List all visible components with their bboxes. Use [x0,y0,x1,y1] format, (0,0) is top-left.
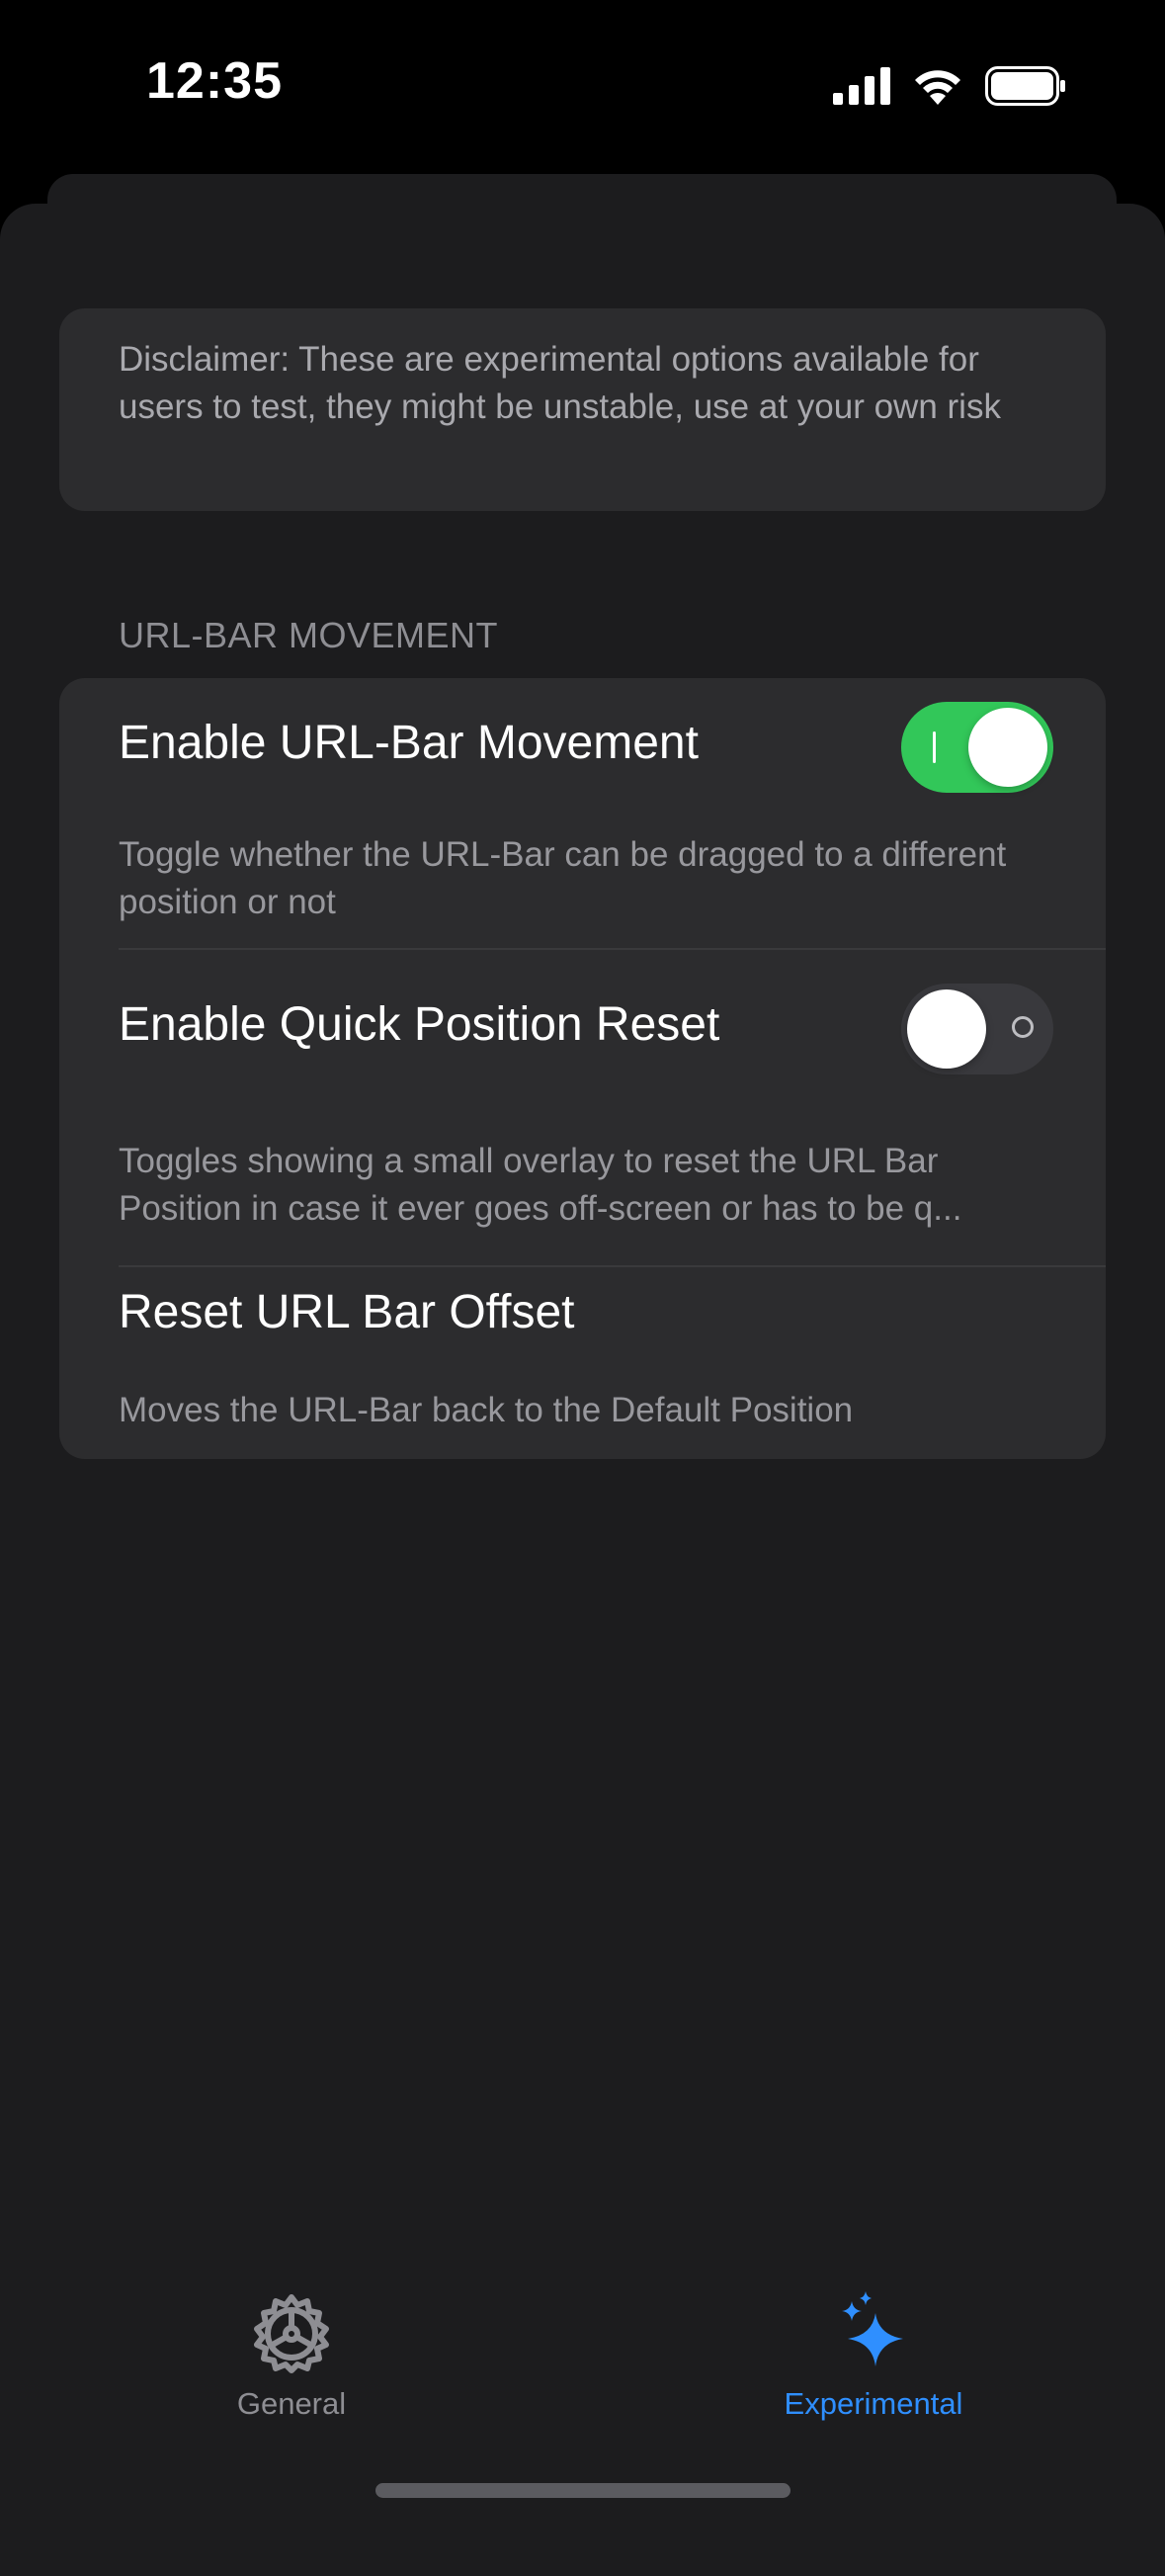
toggle-off-indicator [1012,1016,1034,1038]
tab-experimental[interactable]: Experimental [725,2291,1022,2430]
url-bar-movement-toggle[interactable] [901,702,1053,793]
toggle-knob [968,708,1047,787]
status-icons [833,61,1066,111]
quick-position-reset-title: Enable Quick Position Reset [119,998,720,1051]
tab-experimental-label: Experimental [784,2386,963,2421]
tab-general-label: General [236,2386,347,2421]
wifi-icon [915,70,960,105]
quick-position-reset-description: Toggles showing a small overlay to reset… [119,1138,1067,1233]
gear-icon [254,2294,329,2373]
url-bar-movement-description: Toggle whether the URL-Bar can be dragge… [119,835,1007,921]
tab-general[interactable]: General [143,2291,440,2430]
url-bar-settings-card: Enable URL-Bar Movement Toggle whether t… [59,678,1106,1459]
reset-url-bar-offset-button[interactable]: Reset URL Bar Offset [119,1285,575,1339]
divider [119,948,1106,950]
reset-url-bar-offset-description: Moves the URL-Bar back to the Default Po… [119,1391,854,1429]
sparkles-icon [842,2291,903,2366]
url-bar-movement-title: Enable URL-Bar Movement [119,717,699,769]
divider [119,1265,1106,1267]
home-indicator[interactable] [375,2483,791,2498]
disclaimer-card: Disclaimer: These are experimental optio… [59,308,1106,511]
disclaimer-text: Disclaimer: These are experimental optio… [119,340,1001,426]
quick-position-reset-description-text: Toggles showing a small overlay to reset… [119,1142,962,1228]
cellular-signal-icon [833,67,890,105]
toggle-knob [907,989,986,1069]
battery-icon [985,66,1065,106]
status-time: 12:35 [146,52,283,110]
quick-position-reset-toggle[interactable] [901,984,1053,1074]
status-bar: 12:35 [0,0,1165,168]
section-header: URL-BAR MOVEMENT [119,615,499,655]
toggle-on-indicator [933,731,936,763]
